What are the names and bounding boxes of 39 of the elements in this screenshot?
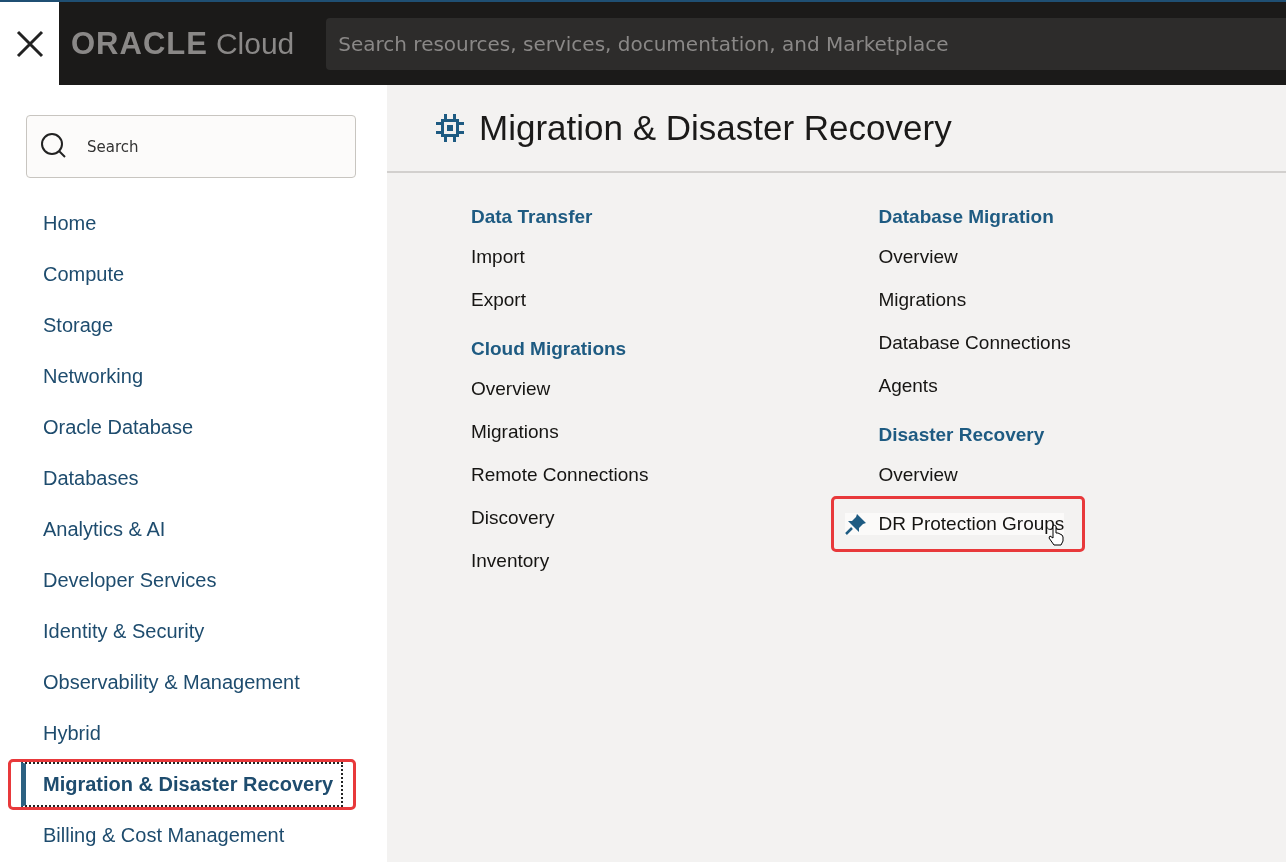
nav-item[interactable]: Billing & Cost Management <box>21 813 343 858</box>
menu-link[interactable]: Discovery <box>471 506 555 529</box>
nav-item[interactable]: Compute <box>21 252 343 297</box>
menu-link[interactable]: Overview <box>878 245 958 268</box>
section-heading: Database Migration <box>878 205 1055 229</box>
page-title: Migration & Disaster Recovery <box>479 108 952 148</box>
nav-item[interactable]: Databases <box>21 456 343 501</box>
nav-item[interactable]: Analytics & AI <box>21 507 343 552</box>
nav-item[interactable]: Identity & Security <box>21 609 343 654</box>
nav-item[interactable]: Home <box>21 201 343 246</box>
section-heading: Cloud Migrations <box>471 337 628 361</box>
search-field[interactable]: Search resources, services, documentation, and Marketplace <box>326 17 1286 70</box>
menu-link[interactable]: Database Connections <box>878 331 1071 354</box>
menu-link[interactable]: Migrations <box>878 288 967 311</box>
menu-link[interactable]: Agents <box>878 374 938 397</box>
menu-link[interactable]: Import <box>471 245 525 268</box>
nav-item[interactable]: Oracle Database <box>21 405 343 450</box>
chip-icon <box>435 113 465 143</box>
nav-item[interactable]: Observability & Management <box>21 660 343 705</box>
menu-link[interactable]: Remote Connections <box>471 463 649 486</box>
menu-link[interactable]: Export <box>471 288 526 311</box>
nav-item[interactable]: Hybrid <box>21 711 343 756</box>
nav-item[interactable]: Migration & Disaster Recovery <box>21 762 343 807</box>
logo-product-text: Cloud <box>215 26 295 61</box>
close-icon[interactable] <box>14 28 45 59</box>
menu-link[interactable]: Inventory <box>471 549 550 572</box>
logo-brand-text: ORACLE <box>71 25 208 62</box>
menu-link[interactable]: Overview <box>471 377 551 400</box>
pin-icon[interactable] <box>844 513 867 535</box>
nav-item[interactable]: Networking <box>21 354 343 399</box>
menu-link[interactable]: Overview <box>878 463 958 486</box>
section-heading: Data Transfer <box>471 205 594 229</box>
menu-link[interactable]: DR Protection Groups <box>844 513 1065 535</box>
section-heading: Disaster Recovery <box>878 423 1046 447</box>
nav-item[interactable]: Developer Services <box>21 558 343 603</box>
menu-link[interactable]: Migrations <box>471 420 559 443</box>
nav-item[interactable]: Storage <box>21 303 343 348</box>
search-field[interactable]: Search <box>26 115 356 178</box>
search-icon <box>40 132 68 160</box>
